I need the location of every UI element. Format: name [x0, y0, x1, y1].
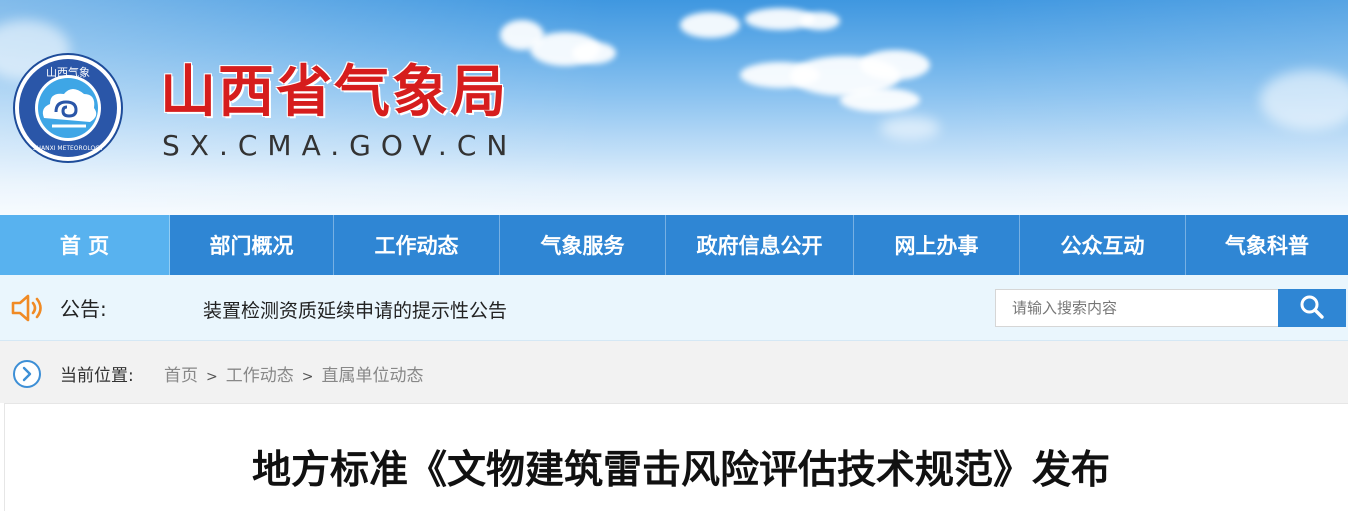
notice-label: 公告:: [60, 297, 107, 321]
search-icon: [1299, 294, 1325, 323]
breadcrumb: 当前位置: 首页 > 工作动态 > 直属单位动态: [0, 341, 1348, 403]
logo-top-text: 山西气象: [46, 65, 90, 79]
search-button[interactable]: [1278, 289, 1346, 327]
site-name: 山西省气象局: [160, 60, 508, 125]
cloud-decoration: [840, 88, 920, 112]
breadcrumb-separator: >: [206, 369, 218, 385]
nav-item-online-service[interactable]: 网上办事: [854, 215, 1020, 275]
article-container: 地方标准《文物建筑雷击风险评估技术规范》发布: [4, 403, 1348, 511]
breadcrumb-link-home[interactable]: 首页: [164, 366, 198, 386]
nav-item-science[interactable]: 气象科普: [1186, 215, 1348, 275]
cloud-decoration: [572, 42, 616, 64]
site-domain: SX.CMA.GOV.CN: [162, 129, 518, 162]
breadcrumb-label: 当前位置:: [60, 366, 134, 386]
breadcrumb-link-unit-news[interactable]: 直属单位动态: [321, 366, 423, 386]
search-input[interactable]: [995, 289, 1279, 327]
cloud-decoration: [680, 12, 740, 38]
breadcrumb-separator: >: [301, 369, 314, 385]
breadcrumb-link-work-news[interactable]: 工作动态: [226, 366, 294, 386]
chevron-right-circle-icon: [12, 359, 42, 389]
cloud-decoration: [880, 116, 940, 140]
main-nav: 首 页 部门概况 工作动态 气象服务 政府信息公开 网上办事 公众互动 气象科普: [0, 215, 1348, 275]
article-title: 地方标准《文物建筑雷击风险评估技术规范》发布: [251, 447, 1110, 493]
nav-item-work-news[interactable]: 工作动态: [334, 215, 500, 275]
nav-item-public-interaction[interactable]: 公众互动: [1020, 215, 1186, 275]
nav-item-department[interactable]: 部门概况: [170, 215, 334, 275]
site-logo[interactable]: 山西气象 SHANXI METEOROLOGY: [12, 52, 124, 164]
breadcrumb-trail: 首页 > 工作动态 > 直属单位动态: [164, 363, 423, 389]
nav-item-weather-service[interactable]: 气象服务: [500, 215, 666, 275]
nav-item-gov-info[interactable]: 政府信息公开: [666, 215, 854, 275]
notice-marquee-text[interactable]: 装置检测资质延续申请的提示性公告: [203, 297, 507, 325]
logo-bottom-text: SHANXI METEOROLOGY: [33, 145, 104, 152]
cloud-decoration: [800, 12, 840, 30]
cloud-decoration: [860, 50, 930, 80]
header-banner: 山西气象 SHANXI METEOROLOGY 山西省气象局 SX.CMA.GO…: [0, 0, 1348, 215]
nav-item-home[interactable]: 首 页: [0, 215, 170, 275]
speaker-icon: [10, 293, 46, 323]
